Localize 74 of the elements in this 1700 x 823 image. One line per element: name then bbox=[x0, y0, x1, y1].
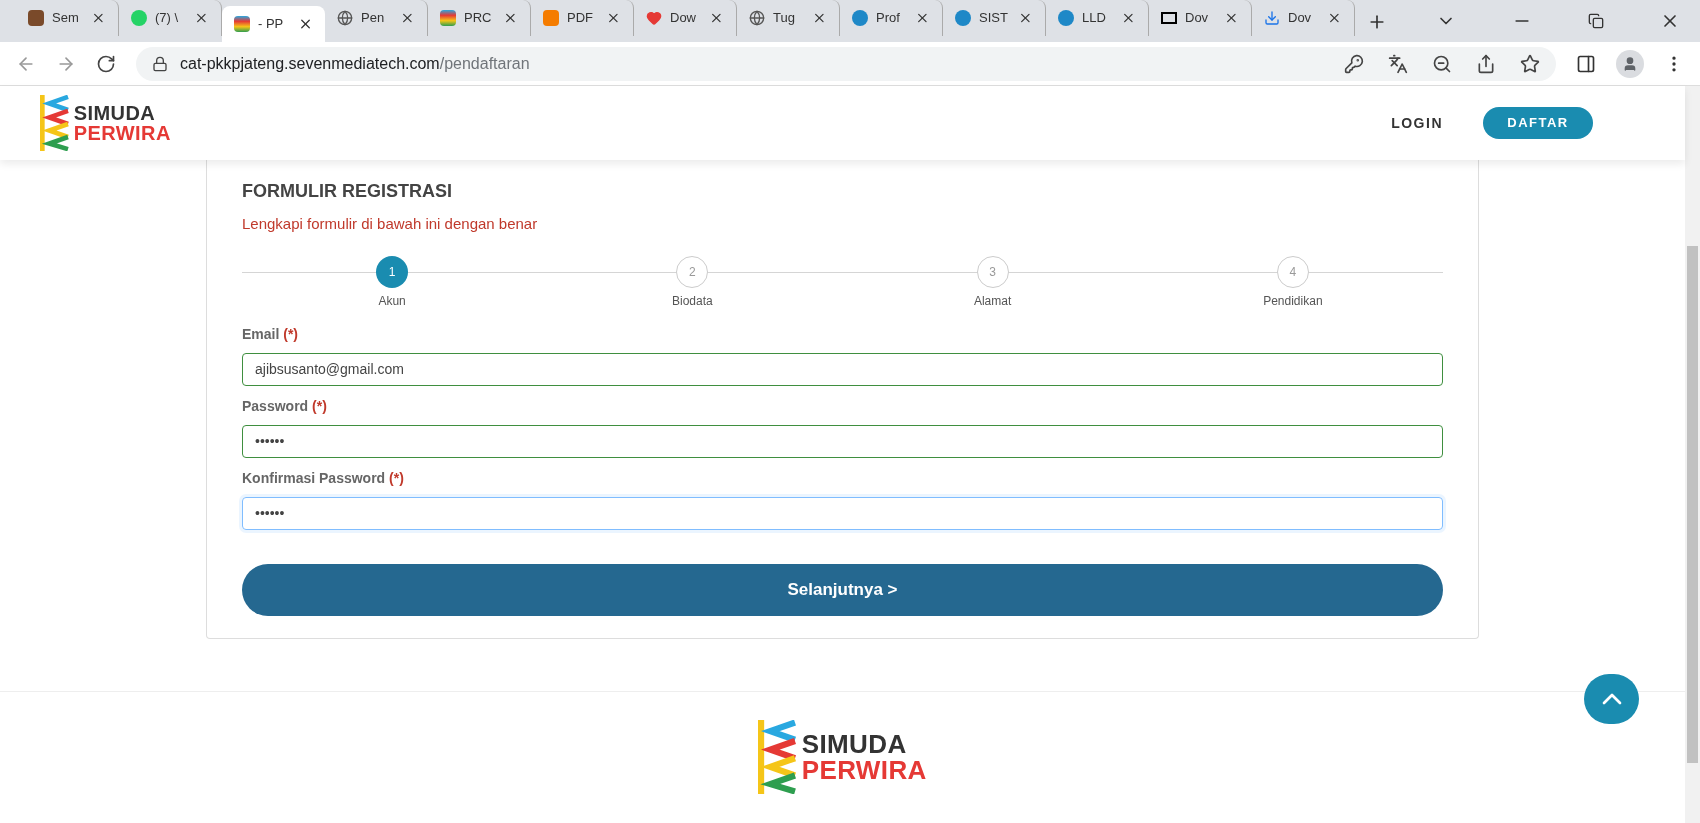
form-title: FORMULIR REGISTRASI bbox=[242, 180, 453, 203]
field-label: Email (*) bbox=[242, 324, 300, 344]
tab-title: Dov bbox=[1185, 9, 1210, 28]
globe-icon bbox=[337, 10, 353, 26]
field-label: Konfirmasi Password (*) bbox=[242, 468, 405, 488]
lock-icon bbox=[152, 55, 168, 72]
scrollbar[interactable] bbox=[1685, 86, 1700, 823]
key-icon[interactable] bbox=[1344, 53, 1364, 74]
side-panel-icon[interactable] bbox=[1576, 53, 1596, 74]
scroll-top-button[interactable] bbox=[1584, 674, 1639, 724]
step-label: Alamat bbox=[973, 292, 1012, 310]
browser-tab[interactable]: Dov bbox=[1252, 0, 1355, 36]
globe-icon bbox=[749, 10, 765, 26]
heart-icon bbox=[646, 10, 662, 26]
emblem-icon bbox=[1058, 10, 1074, 26]
browser-tab[interactable]: - PP bbox=[222, 6, 325, 42]
tab-title: Tug bbox=[773, 9, 796, 28]
browser-tab[interactable]: Pen bbox=[325, 0, 428, 36]
zoom-out-icon[interactable] bbox=[1432, 53, 1452, 74]
tab-title: Dov bbox=[1288, 9, 1313, 28]
tab-title: Sem bbox=[52, 9, 80, 28]
login-link[interactable]: LOGIN bbox=[1391, 112, 1443, 134]
input-field[interactable]: •••••• bbox=[242, 496, 1443, 530]
next-button[interactable]: Selanjutnya > bbox=[242, 563, 1443, 616]
tab-title: Dow bbox=[670, 9, 697, 28]
form-subtitle: Lengkapi formulir di bawah ini dengan benar bbox=[242, 214, 539, 234]
logo-mark-icon bbox=[234, 16, 250, 32]
reload-icon[interactable] bbox=[96, 53, 116, 74]
restore-icon[interactable] bbox=[1588, 13, 1604, 29]
profile-avatar[interactable] bbox=[1616, 49, 1644, 78]
browser-tab[interactable]: Prof bbox=[840, 0, 943, 36]
address-bar[interactable]: cat-pkkpjateng.sevenmediatech.com/pendaftaran bbox=[136, 46, 1556, 81]
browser-tab[interactable]: Sem bbox=[16, 0, 119, 36]
site-logo[interactable]: SIMUDA PERWIRA bbox=[758, 719, 927, 794]
browser-tab[interactable]: PDF bbox=[531, 0, 634, 36]
browser-tab[interactable]: Dow bbox=[634, 0, 737, 36]
step-label: Pendidikan bbox=[1263, 292, 1323, 310]
translate-icon[interactable] bbox=[1388, 53, 1408, 74]
input-field[interactable]: ajibsusanto@gmail.com bbox=[242, 352, 1443, 386]
logo-mark-icon bbox=[440, 10, 456, 26]
register-button[interactable]: DAFTAR bbox=[1483, 107, 1593, 139]
field-label: Password (*) bbox=[242, 396, 328, 416]
tab-title: Prof bbox=[876, 9, 901, 28]
browser-tab[interactable]: LLD bbox=[1046, 0, 1149, 36]
thumbnail-icon bbox=[28, 10, 44, 26]
logo-text: SIMUDA bbox=[73, 103, 157, 123]
tab-title: - PP bbox=[258, 15, 285, 34]
tab-title: LLD bbox=[1082, 9, 1107, 28]
logo-text: PERWIRA bbox=[73, 123, 171, 143]
tab-title: PRC bbox=[464, 9, 493, 28]
site-logo[interactable]: SIMUDA PERWIRA bbox=[40, 95, 171, 151]
share-icon[interactable] bbox=[1476, 53, 1496, 74]
emblem-icon bbox=[852, 10, 868, 26]
step-label: Biodata bbox=[672, 292, 713, 310]
tab-title: PDF bbox=[567, 9, 594, 28]
browser-tab[interactable]: PRC bbox=[428, 0, 531, 36]
download-icon bbox=[1264, 10, 1280, 26]
logo-text: PERWIRA bbox=[801, 756, 927, 783]
logo-mark-icon bbox=[758, 719, 798, 794]
tab-title: (7) \ bbox=[155, 9, 180, 28]
step-label: Akun bbox=[378, 292, 406, 310]
url-text: cat-pkkpjateng.sevenmediatech.com/pendaftaran bbox=[180, 53, 530, 74]
logo-text: SIMUDA bbox=[801, 730, 908, 757]
star-icon[interactable] bbox=[1520, 53, 1540, 74]
input-field[interactable]: •••••• bbox=[242, 424, 1443, 458]
browser-tab[interactable]: Tug bbox=[737, 0, 840, 36]
logo-mark-icon bbox=[40, 95, 70, 151]
tab-title: SIST bbox=[979, 9, 1009, 28]
emblem-icon bbox=[955, 10, 971, 26]
browser-tab[interactable]: Dov bbox=[1149, 0, 1252, 36]
tab-title: Pen bbox=[361, 9, 386, 28]
chat-bubble-icon bbox=[131, 10, 147, 26]
browser-tab[interactable]: (7) \ bbox=[119, 0, 222, 36]
browser-tab[interactable]: SIST bbox=[943, 0, 1046, 36]
